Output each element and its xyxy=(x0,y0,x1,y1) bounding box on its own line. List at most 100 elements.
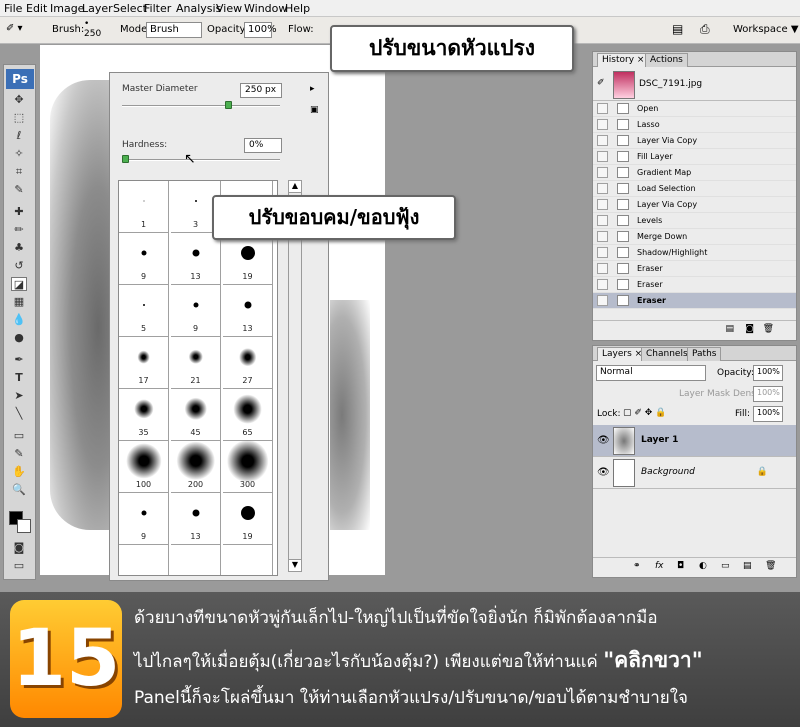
blend-mode-select[interactable]: Normal xyxy=(596,365,706,381)
history-checkbox[interactable] xyxy=(597,167,608,178)
history-item[interactable]: Layer Via Copy xyxy=(593,133,796,149)
crop-tool-icon[interactable]: ⌗ xyxy=(11,165,27,179)
quick-mask-icon[interactable]: ◙ xyxy=(11,541,27,555)
history-checkbox[interactable] xyxy=(597,119,608,130)
history-checkbox[interactable] xyxy=(597,151,608,162)
history-brush-icon[interactable]: ↺ xyxy=(11,259,27,273)
history-item[interactable]: Open xyxy=(593,101,796,117)
history-checkbox[interactable] xyxy=(597,247,608,258)
brush-preset[interactable]: 17 xyxy=(119,337,169,389)
brush-preset[interactable]: 9 xyxy=(119,493,169,545)
adjustment-icon[interactable]: ◐ xyxy=(699,561,707,571)
menu-filter[interactable]: Filter xyxy=(144,2,171,15)
menu-analysis[interactable]: Analysis xyxy=(176,2,221,15)
history-item[interactable]: Layer Via Copy xyxy=(593,197,796,213)
tab-channels[interactable]: Channels xyxy=(641,347,693,361)
tab-layers[interactable]: Layers × xyxy=(597,347,648,361)
marquee-tool-icon[interactable]: ⬚ xyxy=(11,111,27,125)
panel-menu-icon[interactable]: ▸ xyxy=(310,84,315,94)
history-item[interactable]: Shadow/Highlight xyxy=(593,245,796,261)
fx-icon[interactable]: fx xyxy=(655,561,664,571)
brush-preset[interactable]: 9 xyxy=(171,285,221,337)
menu-window[interactable]: Window xyxy=(244,2,287,15)
blur-tool-icon[interactable]: 💧 xyxy=(11,313,27,327)
background-color-swatch[interactable] xyxy=(17,519,31,533)
link-icon[interactable]: ⚭ xyxy=(633,561,641,571)
eyedropper2-icon[interactable]: ✎ xyxy=(11,447,27,461)
brush-preset[interactable]: 35 xyxy=(119,389,169,441)
tab-actions[interactable]: Actions xyxy=(645,53,688,67)
zoom-tool-icon[interactable]: 🔍 xyxy=(11,483,27,497)
tab-history[interactable]: History × xyxy=(597,53,650,67)
new-document-icon[interactable]: ▤ xyxy=(725,324,734,334)
brush-preset[interactable]: 13 xyxy=(171,493,221,545)
printer-icon[interactable]: ⎙ xyxy=(700,22,710,37)
history-item[interactable]: Fill Layer xyxy=(593,149,796,165)
menu-select[interactable]: Select xyxy=(113,2,147,15)
history-item[interactable]: Eraser xyxy=(593,293,796,309)
brush-preset[interactable]: 19 xyxy=(223,493,273,545)
group-icon[interactable]: ▭ xyxy=(721,561,730,571)
new-snapshot-icon[interactable]: ◙ xyxy=(745,324,754,334)
history-item[interactable]: Merge Down xyxy=(593,229,796,245)
history-checkbox[interactable] xyxy=(597,263,608,274)
brush-preset[interactable]: 200 xyxy=(171,441,221,493)
tab-paths[interactable]: Paths xyxy=(687,347,722,361)
screen-mode-icon[interactable]: ▭ xyxy=(11,559,27,573)
history-checkbox[interactable] xyxy=(597,135,608,146)
save-preset-icon[interactable]: ▣ xyxy=(310,105,319,115)
history-snapshot[interactable]: ✐ DSC_7191.jpg xyxy=(593,69,796,101)
menu-file[interactable]: File xyxy=(4,2,22,15)
brush-preset[interactable]: 65 xyxy=(223,389,273,441)
healing-brush-icon[interactable]: ✚ xyxy=(11,205,27,219)
eraser-tool-icon[interactable]: ✐ ▾ xyxy=(6,23,23,34)
brush-preset[interactable] xyxy=(223,545,273,575)
history-item[interactable]: Levels xyxy=(593,213,796,229)
trash-icon[interactable]: 🗑 xyxy=(765,561,776,571)
history-checkbox[interactable] xyxy=(597,231,608,242)
history-item[interactable]: Eraser xyxy=(593,261,796,277)
history-brush-source-icon[interactable]: ✐ xyxy=(597,78,605,88)
hardness-slider[interactable] xyxy=(122,155,280,163)
brush-preset[interactable]: 5 xyxy=(119,285,169,337)
menu-help[interactable]: Help xyxy=(285,2,310,15)
brush-preset[interactable] xyxy=(119,545,169,575)
brush-preset[interactable]: 300 xyxy=(223,440,273,493)
menu-edit[interactable]: Edit xyxy=(26,2,47,15)
master-diameter-knob[interactable] xyxy=(224,101,232,109)
gradient-tool-icon[interactable]: ▦ xyxy=(11,295,27,309)
workspace-menu[interactable]: Workspace ▼ xyxy=(733,24,799,35)
history-checkbox[interactable] xyxy=(597,215,608,226)
history-item[interactable]: Gradient Map xyxy=(593,165,796,181)
layer-row-layer1[interactable]: 👁 Layer 1 xyxy=(593,425,796,457)
opacity-input[interactable]: 100% xyxy=(244,22,277,38)
brush-preview[interactable]: • 250 xyxy=(84,19,101,39)
lasso-tool-icon[interactable]: ℓ xyxy=(11,129,27,143)
history-checkbox[interactable] xyxy=(597,199,608,210)
history-item[interactable]: Eraser xyxy=(593,277,796,293)
magic-wand-icon[interactable]: ✧ xyxy=(11,147,27,161)
hand-tool-icon[interactable]: ✋ xyxy=(11,465,27,479)
brush-preset[interactable]: 100 xyxy=(119,441,169,493)
history-checkbox[interactable] xyxy=(597,295,608,306)
type-tool-icon[interactable]: T xyxy=(11,371,27,385)
brush-preset[interactable]: 9 xyxy=(119,233,169,285)
dodge-tool-icon[interactable]: ● xyxy=(11,331,27,345)
path-selection-icon[interactable]: ➤ xyxy=(11,389,27,403)
brush-tool-icon[interactable]: ✏ xyxy=(11,223,27,237)
brush-preset[interactable] xyxy=(171,545,221,575)
history-item[interactable]: Load Selection xyxy=(593,181,796,197)
brush-preset[interactable]: 1 xyxy=(119,181,169,233)
brush-preset[interactable]: 27 xyxy=(223,337,273,389)
trash-icon[interactable]: 🗑 xyxy=(763,324,774,334)
eraser-tool-icon[interactable]: ◪ xyxy=(11,277,27,291)
menu-view[interactable]: View xyxy=(216,2,242,15)
eyedropper-icon[interactable]: ✎ xyxy=(11,183,27,197)
mode-select[interactable]: Brush xyxy=(146,22,202,38)
brush-preset[interactable]: 45 xyxy=(171,389,221,441)
history-item[interactable]: Lasso xyxy=(593,117,796,133)
menu-image[interactable]: Image xyxy=(50,2,84,15)
history-checkbox[interactable] xyxy=(597,183,608,194)
notes-tool-icon[interactable]: ▭ xyxy=(11,429,27,443)
scroll-up-icon[interactable]: ▲ xyxy=(289,181,301,193)
